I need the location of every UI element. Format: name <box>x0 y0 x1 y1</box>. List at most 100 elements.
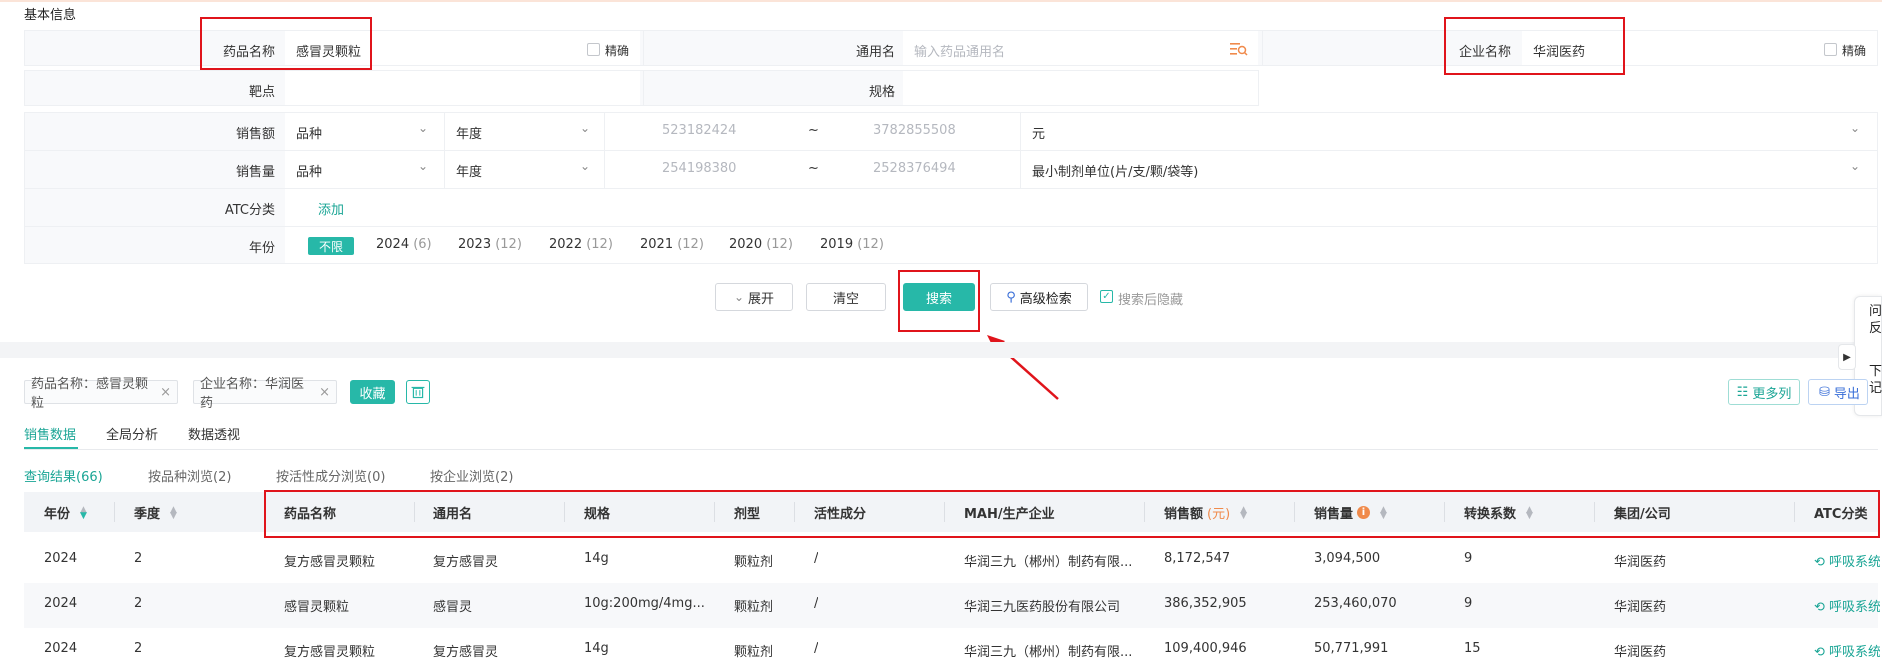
subtab-by-company[interactable]: 按企业浏览(2) <box>430 466 513 485</box>
year-option-2024[interactable]: 2024 (6) <box>376 237 432 252</box>
chevron-down-icon: ⌄ <box>418 159 429 173</box>
atc-add-link[interactable]: 添加 <box>318 199 344 218</box>
trash-icon[interactable] <box>406 380 430 404</box>
table-cell: 386,352,905 <box>1164 596 1247 611</box>
generic-name-input[interactable]: 输入药品通用名 <box>914 41 1005 60</box>
drug-name-exact-checkbox[interactable] <box>587 43 600 56</box>
sales-amount-period-select[interactable]: 年度 <box>456 123 482 142</box>
year-option-2023[interactable]: 2023 (12) <box>458 237 522 252</box>
tab-sales-data[interactable]: 销售数据 <box>24 424 76 443</box>
hide-after-search-checkbox[interactable]: ✓ <box>1100 290 1113 303</box>
sales-amount-type-select[interactable]: 品种 <box>296 123 322 142</box>
download-record-link[interactable]: 下记 <box>1869 363 1882 397</box>
expand-label: 展开 <box>748 291 775 307</box>
year-option-2019[interactable]: 2019 (12) <box>820 237 884 252</box>
sort-icon[interactable]: ▲ ▼ <box>80 505 87 521</box>
table-cell: 2 <box>134 596 143 611</box>
top-divider <box>0 0 1882 2</box>
subtab-results[interactable]: 查询结果(66) <box>24 466 103 485</box>
column-header[interactable]: 季度 ▲ ▼ <box>134 503 177 522</box>
table-cell: 109,400,946 <box>1164 641 1247 656</box>
year-label: 年份 <box>248 241 275 256</box>
section-title: 基本信息 <box>24 8 77 23</box>
clear-button[interactable]: 清空 <box>806 283 886 311</box>
search-highlight-box <box>898 270 980 332</box>
close-icon[interactable]: × <box>160 385 171 400</box>
database-icon: ⛁ <box>1819 384 1830 400</box>
year-option-2022[interactable]: 2022 (12) <box>549 237 613 252</box>
hide-after-search-label: 搜索后隐藏 <box>1118 293 1184 308</box>
year-unlimited-chip[interactable]: 不限 <box>308 237 354 255</box>
year-option-2020[interactable]: 2020 (12) <box>729 237 793 252</box>
sort-desc-icon: ▼ <box>80 510 87 521</box>
close-icon[interactable]: × <box>319 385 330 400</box>
table-cell[interactable]: ⟲ 呼吸系统 <box>1814 551 1880 570</box>
tab-pivot[interactable]: 数据透视 <box>188 424 240 443</box>
table-cell: 华润三九（郴州）制药有限... <box>964 645 1133 660</box>
chevron-down-icon: ⌄ <box>580 159 591 173</box>
year-option-count: (12) <box>495 237 522 252</box>
sort-icon[interactable]: ▲ ▼ <box>170 505 177 521</box>
subtab-by-variety[interactable]: 按品种浏览(2) <box>148 466 231 485</box>
year-option-count: (12) <box>586 237 613 252</box>
atc-label: ATC分类 <box>224 203 275 218</box>
company-name-exact-checkbox[interactable] <box>1824 43 1837 56</box>
year-option-count: (12) <box>766 237 793 252</box>
more-columns-button[interactable]: ☷ 更多列 <box>1728 379 1800 405</box>
column-header[interactable]: 年份 ▲ ▼ <box>44 503 87 522</box>
atc-link-label: 呼吸系统 <box>1829 555 1880 570</box>
table-cell: 复方感冒灵颗粒 <box>284 645 376 660</box>
list-search-icon[interactable] <box>1230 42 1248 56</box>
column-header-label: 季度 <box>134 507 161 522</box>
year-option-2021[interactable]: 2021 (12) <box>640 237 704 252</box>
sort-desc-icon: ▼ <box>170 510 177 521</box>
advanced-search-button[interactable]: ⚲ 高级检索 <box>990 283 1088 311</box>
sales-amount-unit-select[interactable]: 元 <box>1032 123 1045 142</box>
table-cell[interactable]: ⟲ 呼吸系统 <box>1814 641 1880 660</box>
subtab-count: (0) <box>367 470 386 485</box>
atc-link-icon: ⟲ <box>1814 555 1830 570</box>
table-cell: 8,172,547 <box>1164 551 1231 566</box>
collect-button[interactable]: 收藏 <box>350 380 395 404</box>
sales-volume-unit-select[interactable]: 最小制剂单位(片/支/颗/袋等) <box>1032 161 1198 180</box>
subtab-label: 查询结果 <box>24 470 77 485</box>
spec-input[interactable] <box>903 71 1258 105</box>
collapse-arrow-icon[interactable]: ▶ <box>1838 344 1856 370</box>
sales-volume-period-select[interactable]: 年度 <box>456 161 482 180</box>
table-cell: 2024 <box>44 641 78 656</box>
year-option-count: (6) <box>413 237 432 252</box>
sales-volume-min-input[interactable]: 254198380 <box>662 161 736 176</box>
tab-global-analysis[interactable]: 全局分析 <box>106 424 158 443</box>
sales-volume-max-input[interactable]: 2528376494 <box>873 161 956 176</box>
export-button[interactable]: ⛁ 导出 <box>1808 379 1868 405</box>
table-cell: 华润三九（郴州）制药有限... <box>964 555 1133 570</box>
company-name-highlight-box <box>1444 17 1625 75</box>
column-header-label: 年份 <box>44 507 71 522</box>
table-cell: 14g <box>584 551 609 566</box>
chevron-down-icon: ⌄ <box>580 121 591 135</box>
sales-amount-max-input[interactable]: 3782855508 <box>873 123 956 138</box>
table-cell: 10g:200mg/4mg... <box>584 596 705 611</box>
table-cell: 253,460,070 <box>1314 596 1397 611</box>
feedback-link[interactable]: 问反 <box>1869 303 1882 337</box>
table-cell: 华润医药 <box>1614 645 1667 660</box>
table-cell: 2 <box>134 641 143 656</box>
table-cell: 9 <box>1464 551 1473 566</box>
chevron-down-icon: ⌄ <box>1850 121 1861 135</box>
subtab-count: (2) <box>495 470 514 485</box>
table-cell: 15 <box>1464 641 1481 656</box>
target-input[interactable] <box>285 71 640 105</box>
tab-active-indicator <box>24 447 78 449</box>
table-cell[interactable]: ⟲ 呼吸系统 <box>1814 596 1880 615</box>
year-option-label: 2024 <box>376 237 414 252</box>
table-cell: 50,771,991 <box>1314 641 1389 656</box>
sales-amount-min-input[interactable]: 523182424 <box>662 123 736 138</box>
year-option-label: 2022 <box>549 237 587 252</box>
expand-button[interactable]: ⌄ 展开 <box>715 283 793 311</box>
table-cell: 2024 <box>44 596 78 611</box>
chevron-down-icon: ⌄ <box>733 290 745 304</box>
sales-volume-type-select[interactable]: 品种 <box>296 161 322 180</box>
year-option-label: 2020 <box>729 237 767 252</box>
subtab-count: (2) <box>213 470 232 485</box>
subtab-by-ingredient[interactable]: 按活性成分浏览(0) <box>276 466 385 485</box>
